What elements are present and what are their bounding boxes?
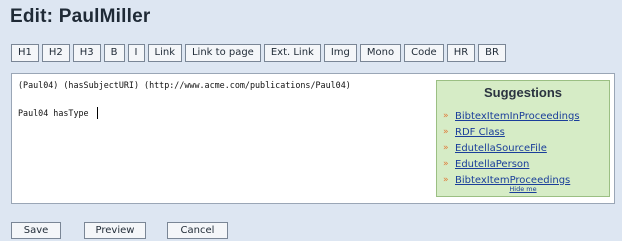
page-title: Edit: PaulMiller (10, 6, 151, 27)
link-to-page-button[interactable]: Link to page (184, 44, 261, 62)
suggestion-link[interactable]: EdutellaSourceFile (455, 143, 547, 154)
mono-button[interactable]: Mono (359, 44, 402, 62)
editor-line-1: (Paul04) (hasSubjectURI) (http://www.acm… (18, 80, 351, 90)
br-button[interactable]: BR (478, 44, 506, 62)
image-button[interactable]: Img (323, 44, 357, 62)
external-link-button[interactable]: Ext. Link (263, 44, 321, 62)
suggestions-panel: Suggestions » BibtexItemInProceedings » … (436, 80, 610, 197)
h2-button[interactable]: H2 (41, 44, 70, 62)
bullet-icon: » (443, 111, 449, 121)
suggestion-item: » RDF Class (443, 124, 580, 140)
save-button[interactable]: Save (11, 222, 61, 239)
text-caret (96, 107, 98, 119)
bullet-icon: » (443, 159, 449, 169)
suggestion-item: » BibtexItemInProceedings (443, 108, 580, 124)
bold-button[interactable]: B (103, 44, 125, 62)
editor-line-2: Paul04 hasType (18, 107, 98, 119)
editor-toolbar: H1 H2 H3 B I Link Link to page Ext. Link… (11, 44, 506, 62)
hr-button[interactable]: HR (446, 44, 476, 62)
cancel-button[interactable]: Cancel (167, 222, 228, 239)
code-button[interactable]: Code (404, 44, 444, 62)
italic-button[interactable]: I (127, 44, 145, 62)
bullet-icon: » (443, 127, 449, 137)
form-actions: Save Preview Cancel (11, 222, 228, 239)
suggestion-link[interactable]: EdutellaPerson (455, 159, 529, 170)
suggestion-link[interactable]: BibtexItemProceedings (455, 175, 570, 186)
bullet-icon: » (443, 143, 449, 153)
h1-button[interactable]: H1 (11, 44, 39, 62)
suggestions-title: Suggestions (483, 85, 562, 100)
h3-button[interactable]: H3 (72, 44, 101, 62)
editor-line-2-text: Paul04 hasType (18, 108, 94, 118)
edit-page: Edit: PaulMiller H1 H2 H3 B I Link Link … (0, 0, 622, 241)
bullet-icon: » (443, 175, 449, 185)
editor-textarea[interactable]: (Paul04) (hasSubjectURI) (http://www.acm… (11, 73, 615, 204)
suggestion-link[interactable]: BibtexItemInProceedings (455, 111, 580, 122)
suggestion-item: » EdutellaSourceFile (443, 140, 580, 156)
suggestions-list: » BibtexItemInProceedings » RDF Class » … (443, 108, 580, 188)
link-button[interactable]: Link (147, 44, 182, 62)
suggestion-link[interactable]: RDF Class (455, 127, 505, 138)
preview-button[interactable]: Preview (84, 222, 146, 239)
suggestion-item: » EdutellaPerson (443, 156, 580, 172)
hide-suggestions-link[interactable]: Hide me (437, 185, 609, 193)
